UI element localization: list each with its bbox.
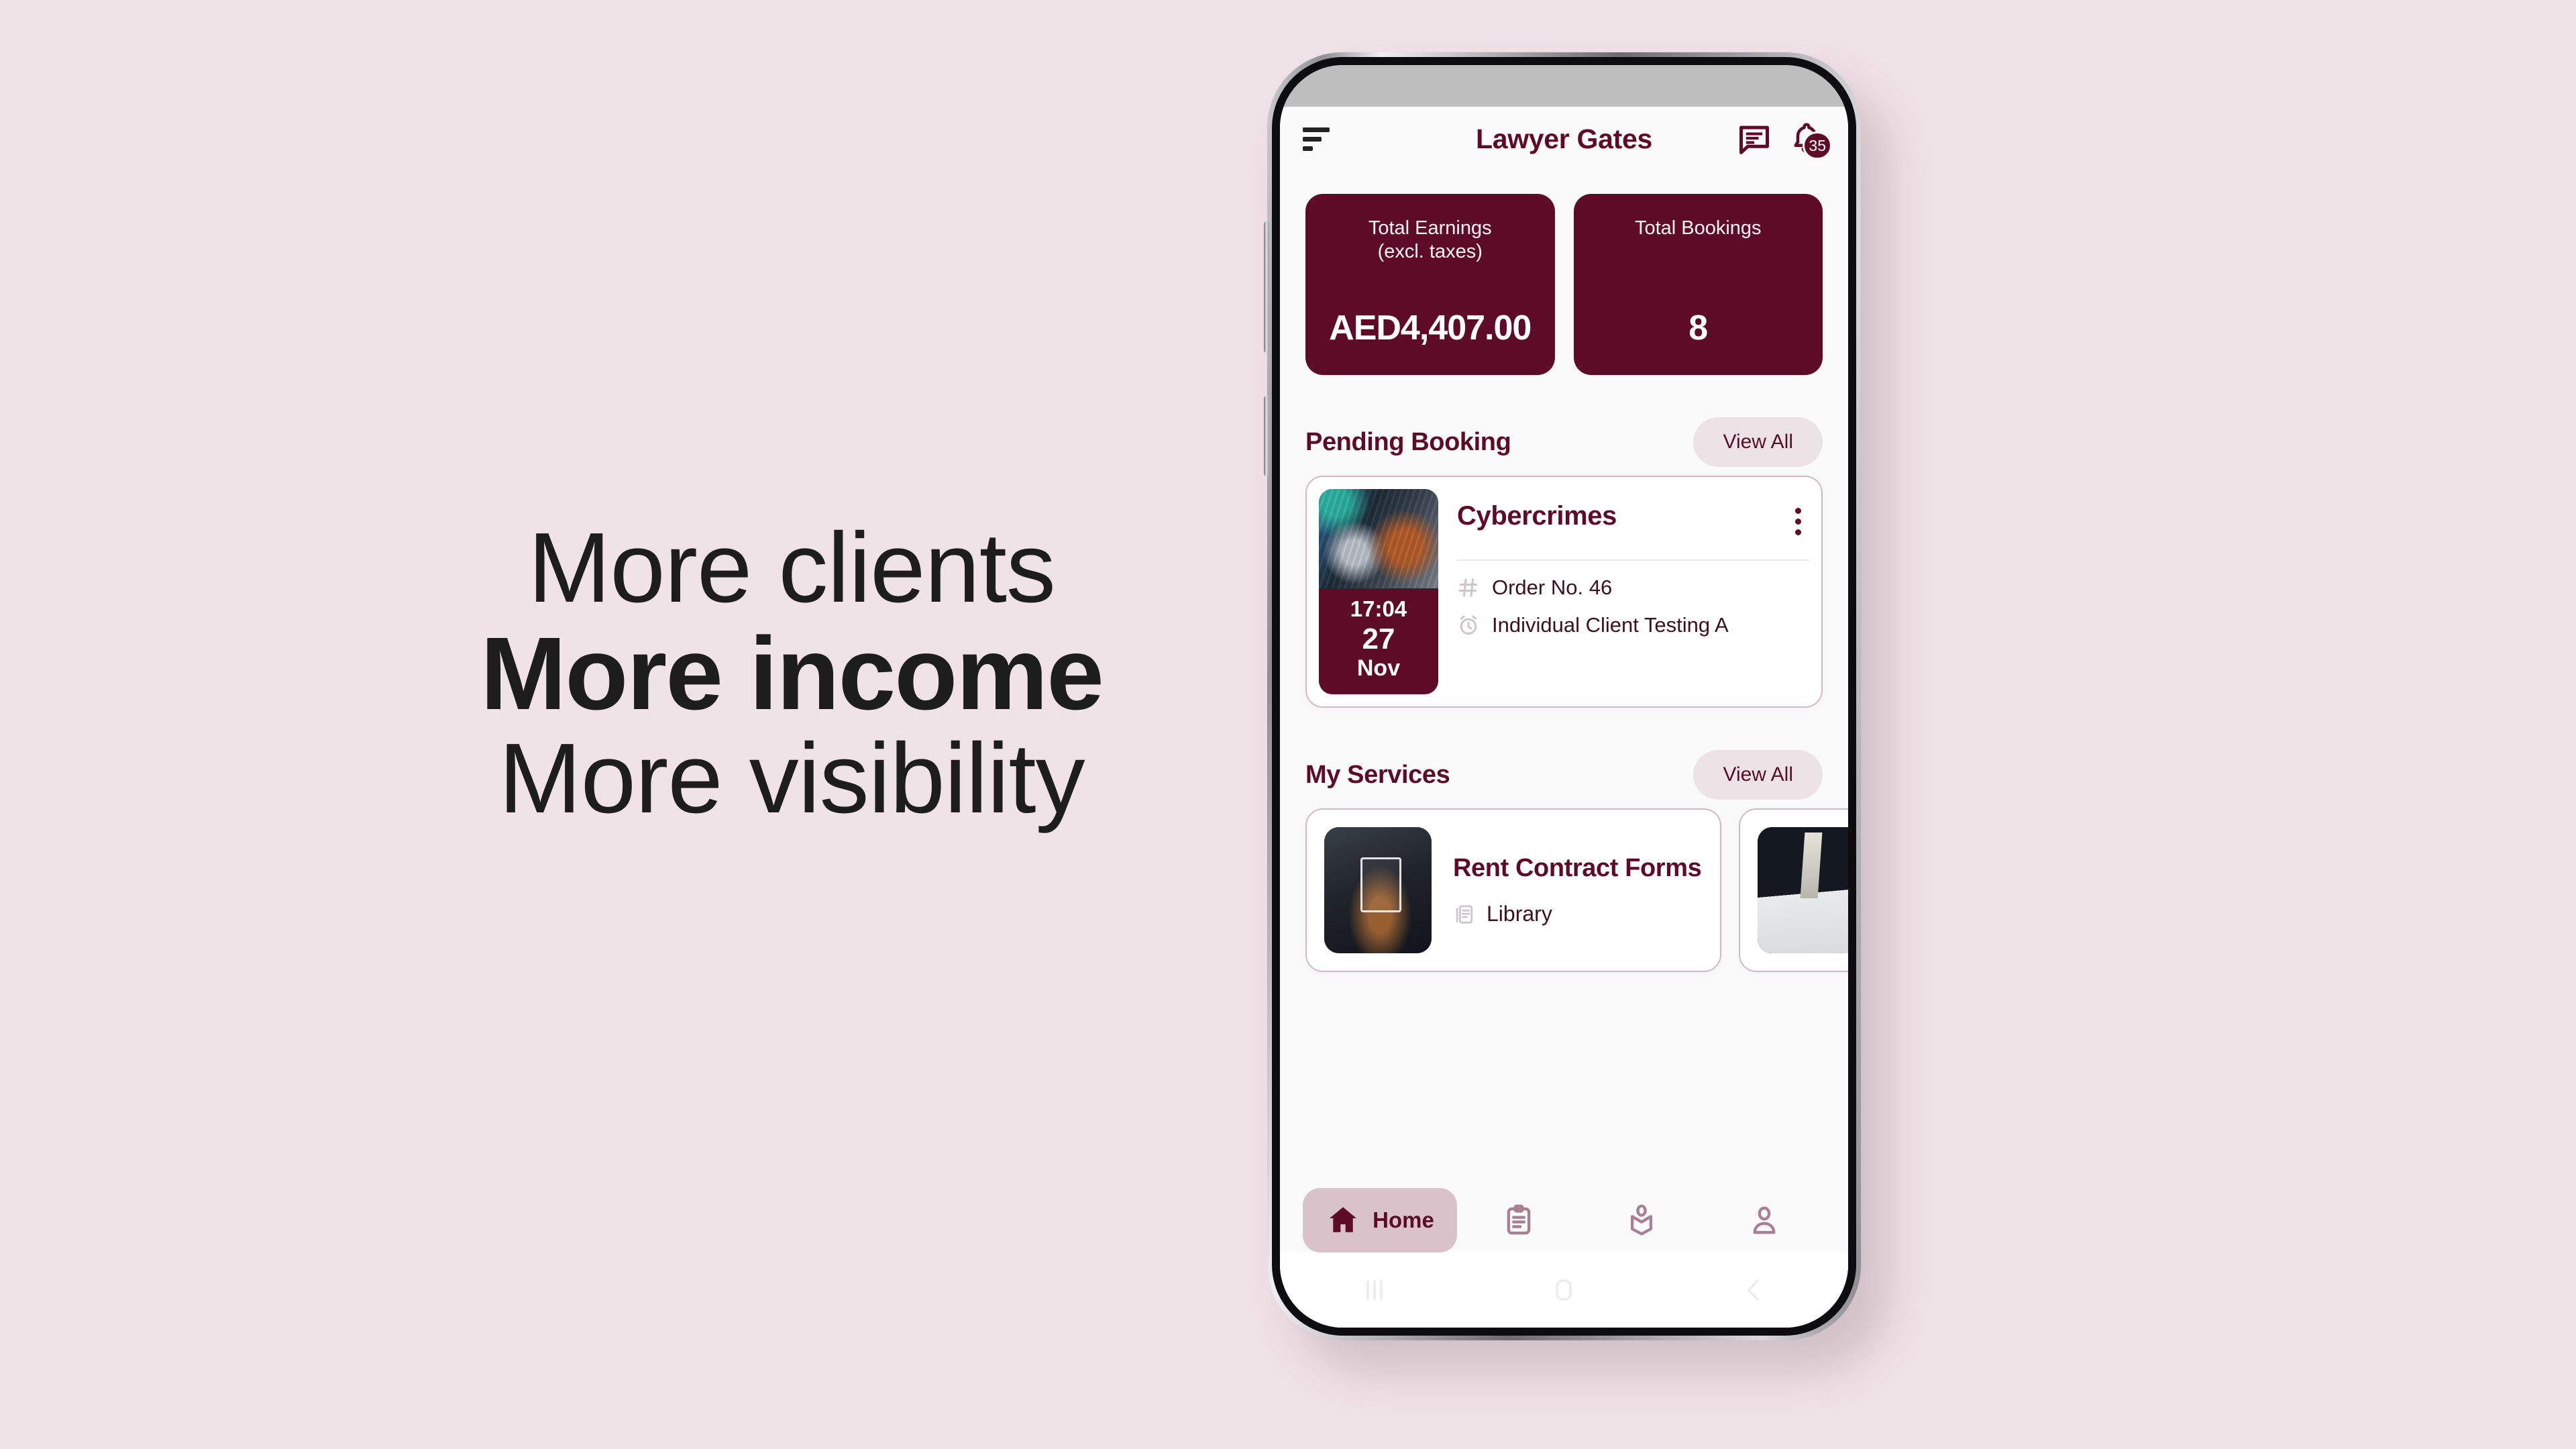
nav-item-home[interactable]: Home bbox=[1303, 1188, 1457, 1252]
book-open-icon bbox=[1630, 1204, 1652, 1236]
bottom-navigation: Home bbox=[1280, 1188, 1848, 1252]
section-title-pending-booking: Pending Booking bbox=[1305, 427, 1511, 456]
notification-badge: 35 bbox=[1803, 131, 1832, 160]
booking-thumbnail: 17:04 27 Nov bbox=[1319, 489, 1438, 695]
stat-label: Total Bookings bbox=[1635, 217, 1762, 240]
header-actions: 35 bbox=[1737, 121, 1832, 160]
back-chevron-icon[interactable] bbox=[1737, 1274, 1770, 1306]
phone-mockup: Lawyer Gates 35 Total Earnings (excl. ta… bbox=[1264, 52, 1861, 1340]
home-icon bbox=[1330, 1207, 1357, 1232]
booking-client-label: Individual Client Testing A bbox=[1492, 613, 1729, 637]
view-all-my-services-button[interactable]: View All bbox=[1693, 750, 1823, 800]
power-button[interactable] bbox=[1264, 396, 1269, 476]
service-card-rent-contract-forms[interactable]: Rent Contract Forms Library bbox=[1305, 808, 1721, 973]
stat-label: Total Earnings (excl. taxes) bbox=[1368, 217, 1492, 264]
booking-time: 17:04 bbox=[1350, 596, 1407, 621]
nav-label-home: Home bbox=[1373, 1208, 1434, 1232]
service-card-next[interactable] bbox=[1739, 808, 1848, 973]
notification-bell[interactable]: 35 bbox=[1789, 121, 1832, 160]
service-subtitle-row: Library bbox=[1453, 902, 1701, 926]
section-title-my-services: My Services bbox=[1305, 760, 1450, 789]
marketing-line-3: More visibility bbox=[498, 723, 1085, 835]
stat-card-total-bookings[interactable]: Total Bookings 8 bbox=[1573, 194, 1823, 375]
booking-info: Cybercrimes Order No. 46 Individual Clie… bbox=[1457, 489, 1809, 694]
pending-booking-card[interactable]: 17:04 27 Nov Cybercrimes Order No. 46 In… bbox=[1305, 476, 1823, 708]
hamburger-icon[interactable] bbox=[1303, 127, 1330, 151]
stat-value: 8 bbox=[1688, 309, 1708, 347]
service-card-text: Rent Contract Forms Library bbox=[1453, 854, 1702, 926]
status-bar bbox=[1280, 65, 1848, 107]
chat-bubble-icon[interactable] bbox=[1737, 121, 1772, 156]
app-header: Lawyer Gates 35 bbox=[1280, 107, 1848, 171]
marketing-line-2: More income bbox=[480, 615, 1104, 731]
divider bbox=[1457, 559, 1809, 561]
booking-top-row: Cybercrimes bbox=[1457, 501, 1809, 542]
stat-card-total-earnings[interactable]: Total Earnings (excl. taxes) AED4,407.00 bbox=[1305, 194, 1555, 375]
lawyer-desk-photo bbox=[1758, 827, 1848, 954]
home-square-icon[interactable] bbox=[1548, 1274, 1580, 1306]
my-services-header: My Services View All bbox=[1280, 744, 1848, 806]
app-body: Total Earnings (excl. taxes) AED4,407.00… bbox=[1280, 171, 1848, 1328]
stats-row: Total Earnings (excl. taxes) AED4,407.00… bbox=[1280, 171, 1848, 375]
stat-label-line1: Total Bookings bbox=[1634, 217, 1762, 239]
recents-icon[interactable] bbox=[1358, 1274, 1391, 1306]
booking-meta-order: Order No. 46 bbox=[1457, 576, 1809, 600]
marketing-line-1: More clients bbox=[528, 513, 1056, 623]
contract-signing-photo bbox=[1324, 827, 1432, 954]
stat-label-line1: Total Earnings bbox=[1368, 217, 1492, 239]
library-document-icon bbox=[1456, 905, 1473, 924]
marketing-copy: More clients More income More visibility bbox=[416, 517, 1167, 830]
booking-order-number: Order No. 46 bbox=[1492, 576, 1613, 599]
booking-meta-client: Individual Client Testing A bbox=[1457, 613, 1809, 637]
alarm-clock-icon bbox=[1460, 615, 1477, 635]
more-vertical-icon[interactable] bbox=[1787, 501, 1809, 542]
nav-item-orders[interactable] bbox=[1457, 1188, 1580, 1252]
volume-button[interactable] bbox=[1264, 221, 1269, 353]
service-subtitle: Library bbox=[1487, 902, 1552, 926]
hash-icon bbox=[1458, 578, 1478, 597]
person-icon bbox=[1753, 1206, 1775, 1234]
my-services-list[interactable]: Rent Contract Forms Library bbox=[1280, 808, 1848, 973]
booking-day: 27 bbox=[1362, 622, 1395, 655]
phone-screen: Lawyer Gates 35 Total Earnings (excl. ta… bbox=[1280, 65, 1848, 1328]
clipboard-icon bbox=[1507, 1204, 1530, 1235]
system-navigation-bar bbox=[1280, 1252, 1848, 1328]
nav-item-profile[interactable] bbox=[1703, 1188, 1825, 1252]
cybercrime-gavel-handcuffs-photo bbox=[1319, 489, 1438, 588]
booking-date-block: 17:04 27 Nov bbox=[1319, 588, 1438, 695]
stat-label-line2: (excl. taxes) bbox=[1377, 241, 1483, 263]
booking-month: Nov bbox=[1356, 655, 1401, 682]
pending-booking-header: Pending Booking View All bbox=[1280, 411, 1848, 473]
booking-title: Cybercrimes bbox=[1457, 501, 1617, 531]
service-title: Rent Contract Forms bbox=[1453, 854, 1702, 883]
nav-item-library[interactable] bbox=[1580, 1188, 1703, 1252]
stat-value: AED4,407.00 bbox=[1329, 309, 1532, 347]
view-all-pending-booking-button[interactable]: View All bbox=[1693, 417, 1823, 467]
